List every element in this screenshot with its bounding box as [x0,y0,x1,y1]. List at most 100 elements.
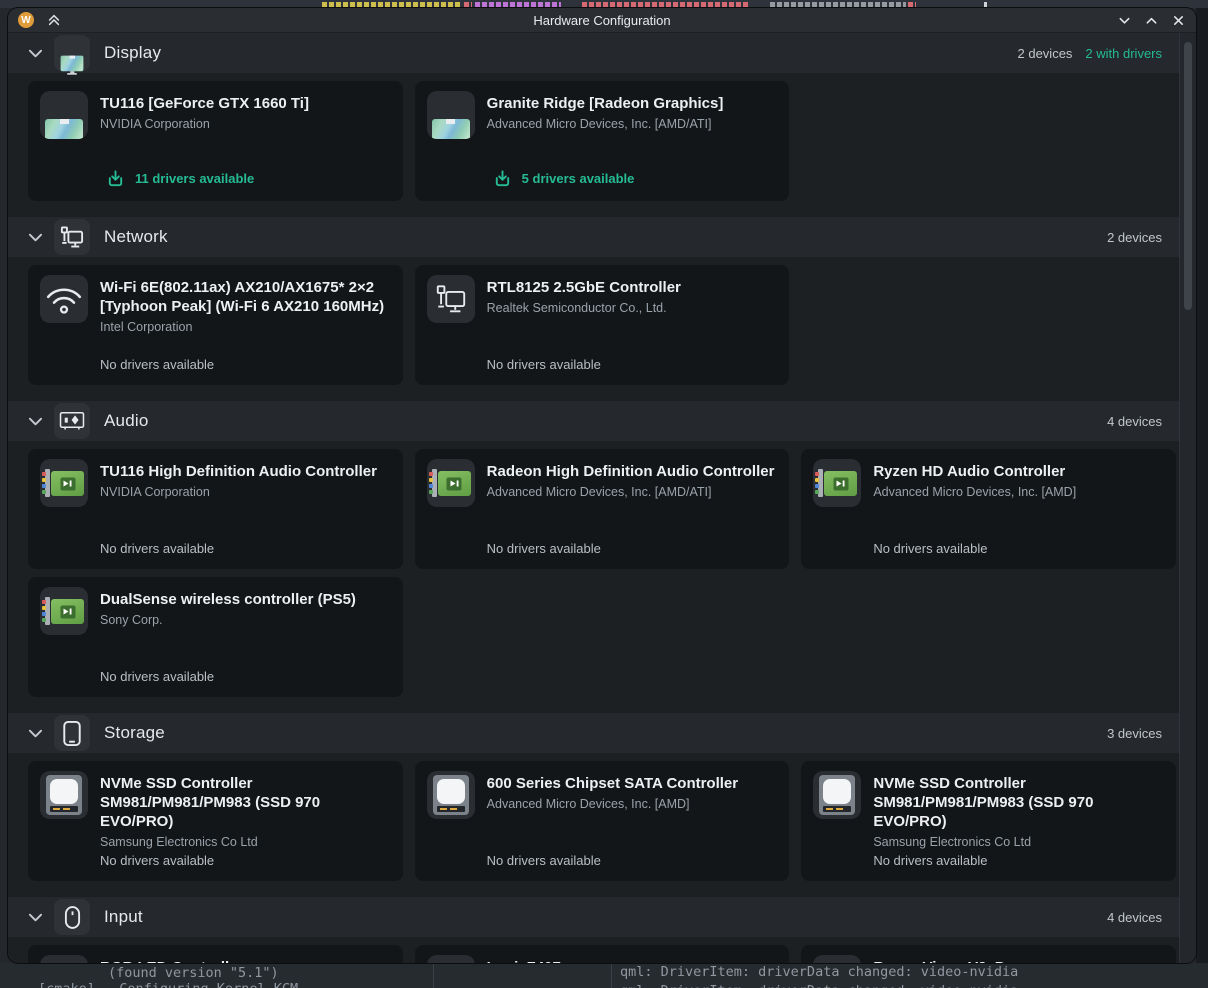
device-title: TU116 High Definition Audio Controller [100,462,377,481]
scrollbar-thumb[interactable] [1184,42,1192,310]
audio-icon [54,403,90,439]
device-vendor: NVIDIA Corporation [100,485,377,499]
section-header-network[interactable]: Network2 devices [8,217,1196,257]
device-card[interactable]: Granite Ridge [Radeon Graphics]Advanced … [415,81,790,201]
display-icon [54,35,90,71]
section-cards-storage: NVMe SSD Controller SM981/PM981/PM983 (S… [8,753,1196,897]
device-title: NVMe SSD Controller SM981/PM981/PM983 (S… [873,774,1164,831]
monitor-gpu-icon [427,91,475,139]
device-title: DualSense wireless controller (PS5) [100,590,356,609]
device-card[interactable]: NVMe SSD Controller SM981/PM981/PM983 (S… [28,761,403,881]
clipped-terminal-syntax [908,2,916,7]
chevron-down-icon[interactable] [28,729,44,738]
download-icon [493,169,512,188]
device-title: Razer_Viper_V2_Pro [873,958,1019,963]
device-count: 2 devices [1107,230,1162,245]
terminal-text: [cmake] Configuring Kernel KCM [38,981,298,988]
device-title: Logi_Z407 [487,958,561,963]
maximize-button[interactable] [1144,13,1158,27]
terminal-text: qml: DriverItem: driverData changed: vid… [620,983,1018,988]
device-card[interactable]: Ryzen HD Audio Controller Advanced Micro … [801,449,1176,569]
soundcard-icon [813,459,861,507]
clipped-terminal-syntax [582,2,748,7]
device-card[interactable]: Wi-Fi 6E(802.11ax) AX210/AX1675* 2×2 [Ty… [28,265,403,385]
device-card[interactable]: Logi_Z407 [415,945,790,963]
close-button[interactable] [1171,13,1185,27]
keep-above-icon[interactable] [47,13,61,27]
clipped-terminal-syntax [984,2,987,7]
section-title: Audio [104,411,148,431]
clipped-terminal-syntax [475,2,561,7]
drive-icon [813,771,861,819]
section-header-storage[interactable]: Storage 3 devices [8,713,1196,753]
minimize-button[interactable] [1117,13,1131,27]
device-card[interactable]: Razer_Viper_V2_Pro [801,945,1176,963]
scrollbar[interactable] [1179,33,1196,963]
device-card[interactable]: NVMe SSD Controller SM981/PM981/PM983 (S… [801,761,1176,881]
device-count: 3 devices [1107,726,1162,741]
no-drivers-status: No drivers available [487,853,601,868]
device-vendor: Advanced Micro Devices, Inc. [AMD] [873,485,1076,499]
titlebar[interactable]: W Hardware Configuration [8,8,1196,33]
section-cards-audio: TU116 High Definition Audio Controller NV… [8,441,1196,713]
drivers-available-status: 5 drivers available [493,169,635,188]
device-title: NVMe SSD Controller SM981/PM981/PM983 (S… [100,774,391,831]
section-cards-display: TU116 [GeForce GTX 1660 Ti]NVIDIA Corpor… [8,73,1196,217]
section-title: Input [104,907,143,927]
device-vendor: Advanced Micro Devices, Inc. [AMD/ATI] [487,485,775,499]
device-card[interactable]: TU116 High Definition Audio Controller NV… [28,449,403,569]
clipped-terminal-syntax [464,2,472,7]
content-area: Display2 devices2 with driversTU116 [GeF… [8,33,1196,963]
monitor-gpu-icon [40,91,88,139]
section-header-audio[interactable]: Audio 4 devices [8,401,1196,441]
no-drivers-status: No drivers available [100,541,214,556]
device-title: 600 Series Chipset SATA Controller [487,774,738,793]
device-card[interactable]: 600 Series Chipset SATA ControllerAdvanc… [415,761,790,881]
drive-icon [40,771,88,819]
app-icon: W [18,12,34,28]
chevron-down-icon[interactable] [28,913,44,922]
no-drivers-status: No drivers available [873,853,987,868]
drivers-status-label: 11 drivers available [135,171,254,186]
device-vendor: Sony Corp. [100,613,356,627]
device-title: Wi-Fi 6E(802.11ax) AX210/AX1675* 2×2 [Ty… [100,278,391,316]
chevron-down-icon[interactable] [28,49,44,58]
clipped-terminal-syntax [322,2,462,7]
device-card[interactable]: RTL8125 2.5GbE ControllerRealtek Semicon… [415,265,790,385]
device-card[interactable]: Radeon High Definition Audio Controller A… [415,449,790,569]
device-card[interactable]: TU116 [GeForce GTX 1660 Ti]NVIDIA Corpor… [28,81,403,201]
chevron-down-icon[interactable] [28,417,44,426]
device-title: TU116 [GeForce GTX 1660 Ti] [100,94,309,113]
section-title: Display [104,43,161,63]
soundcard-icon [40,459,88,507]
drive-icon [427,771,475,819]
device-count: 2 devices [1018,46,1073,61]
device-vendor: Samsung Electronics Co Ltd [873,835,1164,849]
drivers-available-status: 11 drivers available [106,169,254,188]
device-title: Radeon High Definition Audio Controller [487,462,775,481]
no-drivers-status: No drivers available [873,541,987,556]
terminal-pane-divider [433,963,434,988]
input-icon [54,899,90,935]
device-card[interactable]: DualSense wireless controller (PS5) Sony … [28,577,403,697]
background-terminal-top [0,0,1208,8]
device-title: Ryzen HD Audio Controller [873,462,1076,481]
terminal-text: (found version "5.1") [108,965,279,981]
section-header-display[interactable]: Display2 devices2 with drivers [8,33,1196,73]
storage-icon [54,715,90,751]
gamepad-icon [813,955,861,963]
section-cards-network: Wi-Fi 6E(802.11ax) AX210/AX1675* 2×2 [Ty… [8,257,1196,401]
window-title: Hardware Configuration [533,13,670,28]
section-title: Storage [104,723,165,743]
soundcard-icon [40,587,88,635]
device-vendor: Advanced Micro Devices, Inc. [AMD/ATI] [487,117,724,131]
chevron-down-icon[interactable] [28,233,44,242]
no-drivers-status: No drivers available [100,853,214,868]
section-header-input[interactable]: Input4 devices [8,897,1196,937]
background-terminal-bottom: (found version "5.1") [cmake] Configurin… [0,963,1208,988]
ethernet-icon [427,275,475,323]
network-icon [54,219,90,255]
device-count: 4 devices [1107,414,1162,429]
terminal-pane-divider [611,963,612,988]
device-card[interactable]: RGB LED Controller [28,945,403,963]
